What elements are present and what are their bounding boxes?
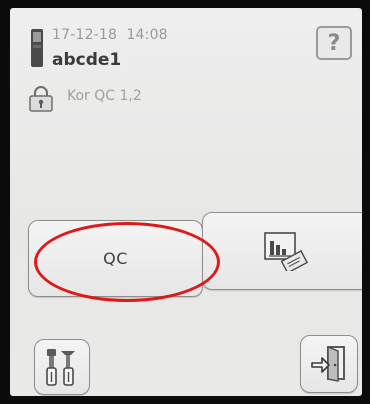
datetime-display: 17-12-18 14:08: [52, 27, 168, 43]
exit-button[interactable]: [300, 335, 358, 393]
device-bezel: 17-12-18 14:08 abcde1 Kor QC 1,2 ? QC: [0, 0, 370, 404]
help-button[interactable]: ?: [316, 26, 352, 60]
qc-status-text: Kor QC 1,2: [67, 88, 142, 104]
exit-door-icon: [311, 345, 345, 382]
device-name: abcde1: [52, 50, 122, 70]
tools-button[interactable]: [34, 339, 90, 395]
qc-button[interactable]: QC: [28, 220, 203, 297]
lock-icon: [29, 86, 53, 112]
qc-button-label: QC: [103, 249, 128, 268]
report-chart-icon: [264, 232, 309, 271]
report-button[interactable]: [202, 212, 362, 290]
tools-icon: [46, 349, 75, 386]
device-icon: [31, 29, 43, 67]
touch-screen: 17-12-18 14:08 abcde1 Kor QC 1,2 ? QC: [10, 8, 362, 396]
help-button-label: ?: [327, 30, 341, 56]
